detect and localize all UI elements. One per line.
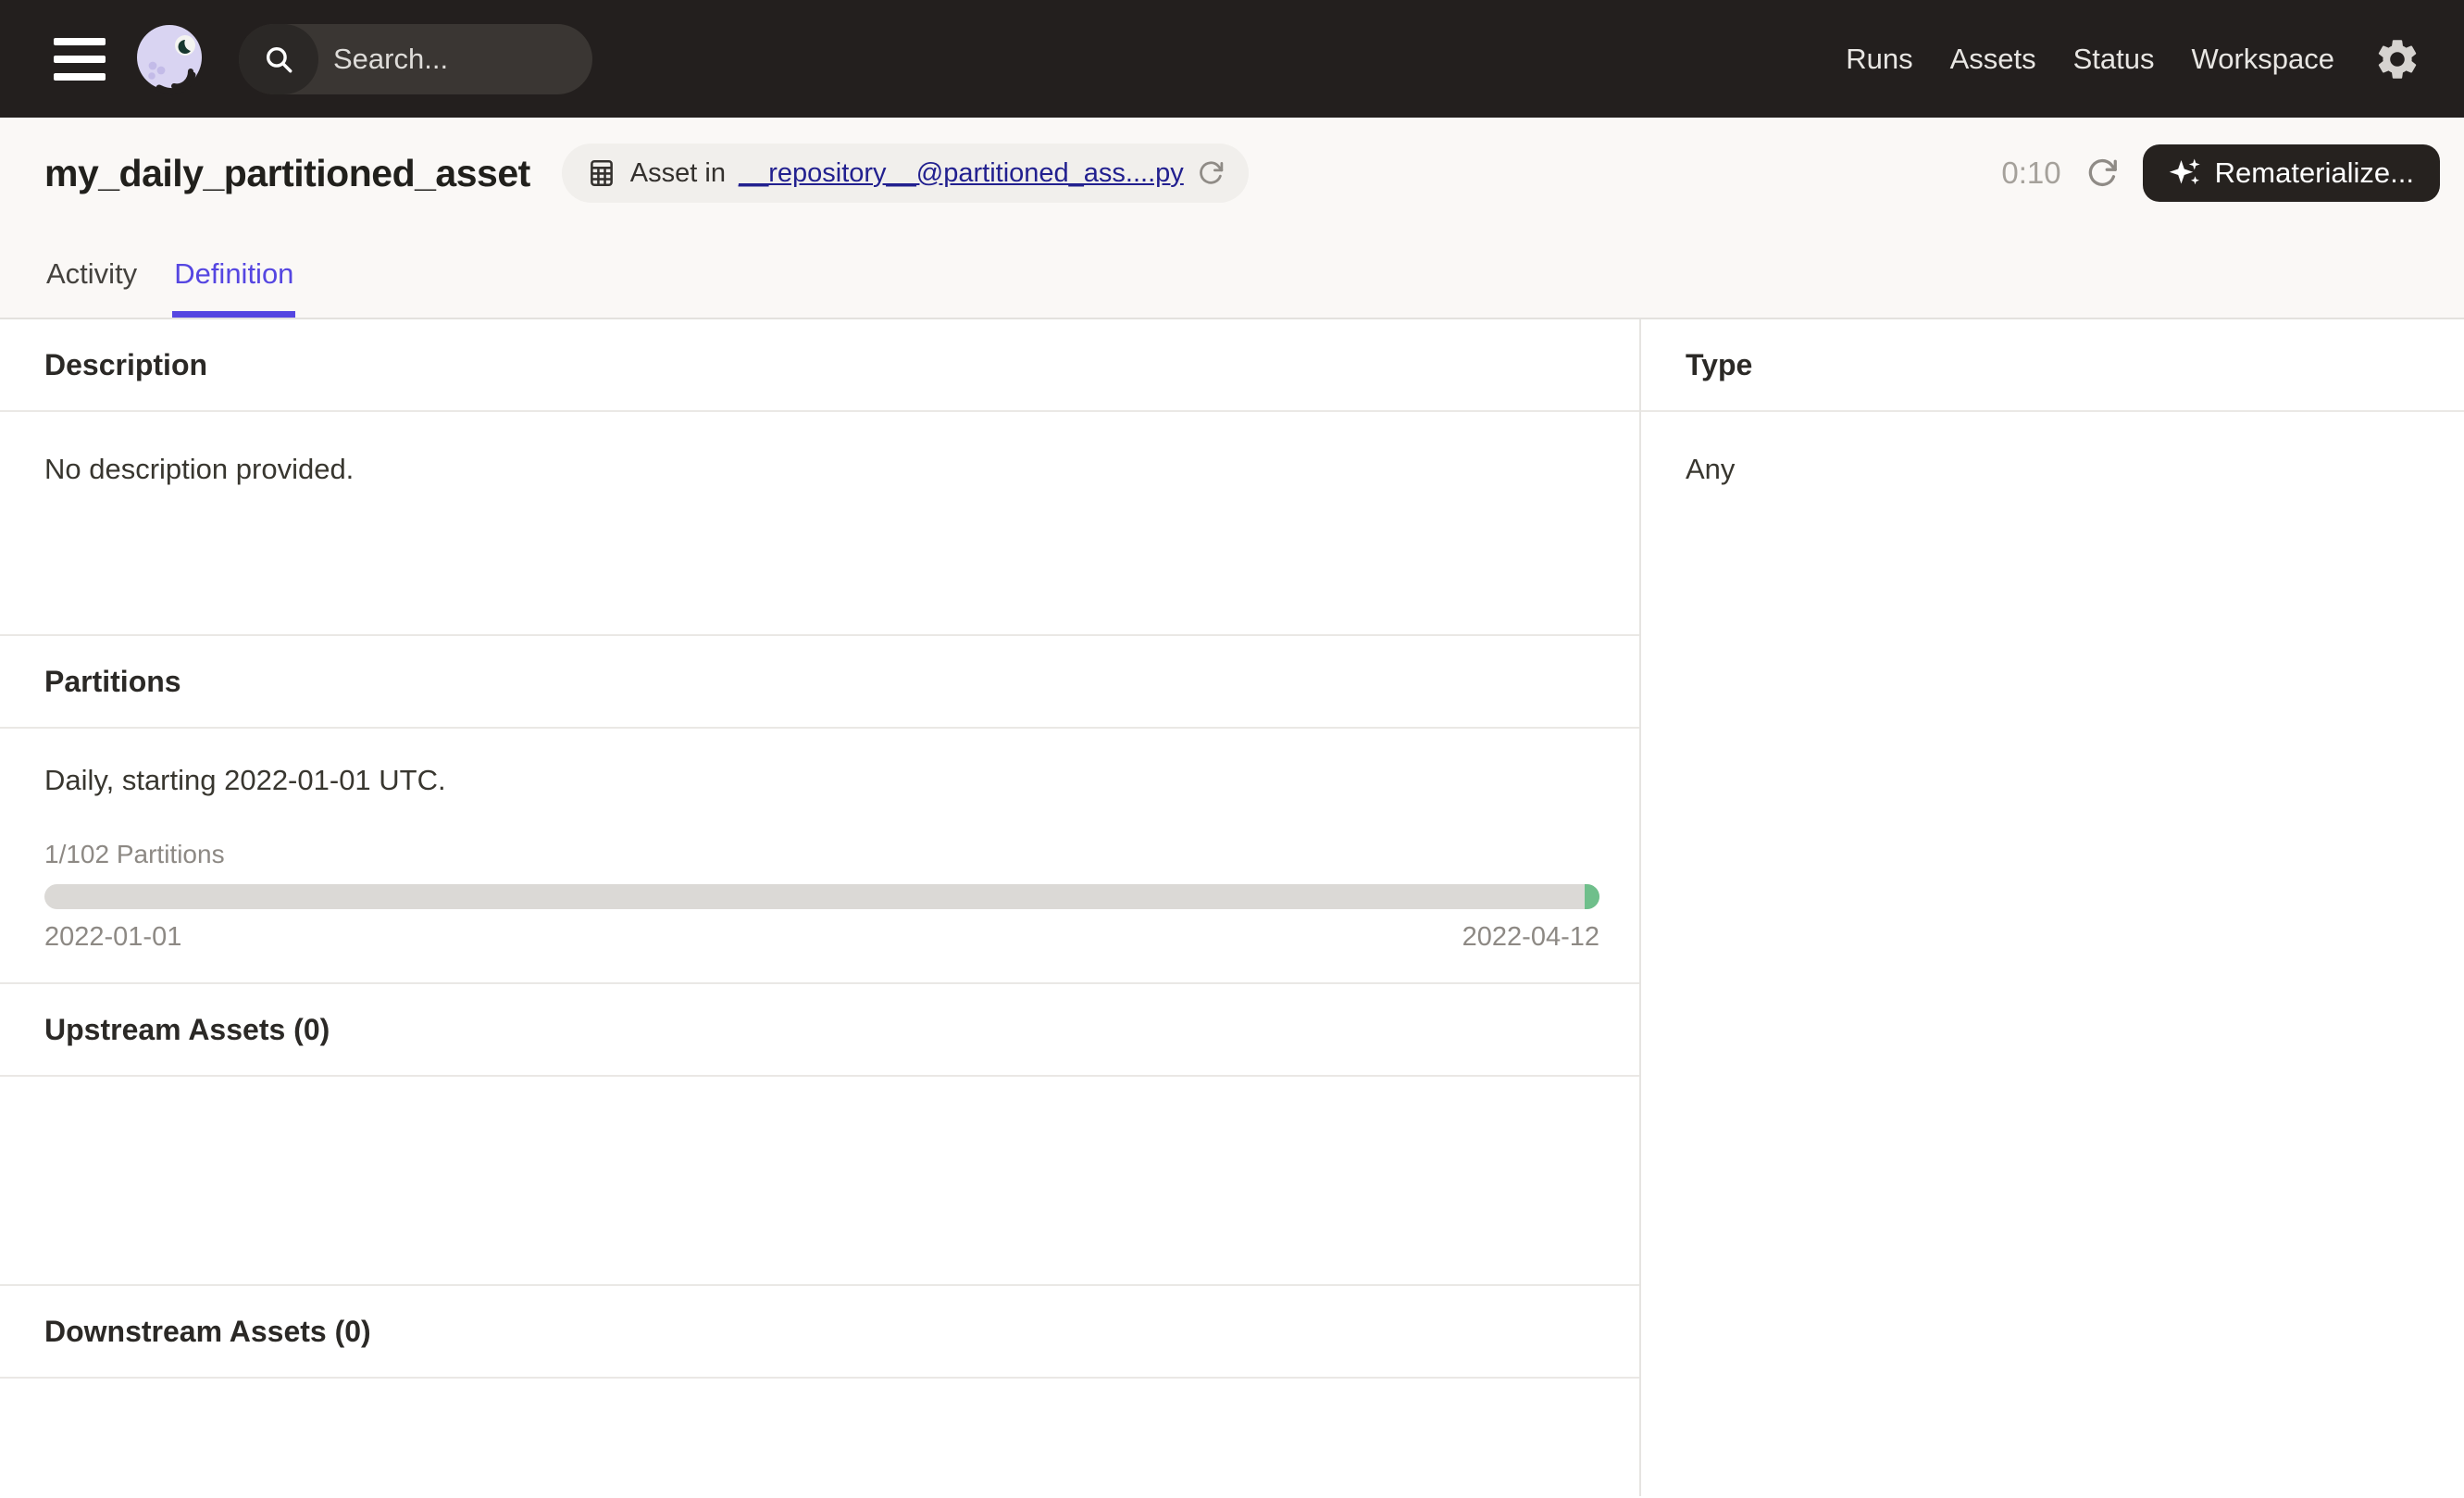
reload-repository-icon[interactable] [1197,159,1225,187]
search-box: / [239,24,592,94]
partition-end-date: 2022-04-12 [1462,922,1599,953]
right-column: Type Any [1641,319,2464,1496]
partition-progress-fill [1585,884,1599,909]
partition-start-date: 2022-01-01 [44,922,181,953]
asset-location-pill: Asset in __repository__@partitioned_ass.… [562,144,1249,203]
partition-progress-bar [44,884,1599,909]
gear-icon[interactable] [2373,35,2421,83]
upstream-section-body [0,1077,1639,1286]
tab-activity[interactable]: Activity [44,257,139,318]
description-heading: Description [44,348,207,382]
partitions-section-body: Daily, starting 2022-01-01 UTC. 1/102 Pa… [0,729,1639,984]
description-text: No description provided. [44,453,354,485]
downstream-section-body [0,1379,1639,1496]
hamburger-menu-icon[interactable] [54,36,106,82]
asset-in-label: Asset in [630,158,726,189]
page-title: my_daily_partitioned_asset [44,152,530,195]
partitions-section-header: Partitions [0,636,1639,729]
nav-link-runs[interactable]: Runs [1846,43,1912,76]
tab-definition[interactable]: Definition [172,257,295,318]
upstream-heading: Upstream Assets (0) [44,1013,330,1047]
nav-link-status[interactable]: Status [2073,43,2155,76]
repository-link[interactable]: __repository__@partitioned_ass....py [739,158,1184,189]
partition-count-label: 1/102 Partitions [44,840,1595,869]
top-navbar: / Runs Assets Status Workspace [0,0,2464,118]
asset-tabs: Activity Definition [44,257,2440,318]
rematerialize-label: Rematerialize... [2215,156,2414,190]
definition-panel: Description No description provided. Par… [0,319,2464,1496]
repository-icon [586,157,617,189]
refresh-countdown: 0:10 [2001,156,2060,191]
dagster-logo-icon[interactable] [131,19,211,99]
rematerialize-button[interactable]: Rematerialize... [2143,144,2440,202]
downstream-heading: Downstream Assets (0) [44,1315,371,1349]
nav-link-workspace[interactable]: Workspace [2192,43,2335,76]
upstream-section-header: Upstream Assets (0) [0,984,1639,1077]
downstream-section-header: Downstream Assets (0) [0,1286,1639,1379]
search-input[interactable] [318,43,592,76]
description-section-body: No description provided. [0,412,1639,636]
search-icon [239,24,318,94]
type-heading: Type [1686,348,1752,382]
left-column: Description No description provided. Par… [0,319,1641,1496]
asset-page-header: my_daily_partitioned_asset Asset in __re… [0,118,2464,319]
nav-links: Runs Assets Status Workspace [1846,43,2334,76]
type-section-header: Type [1641,319,2464,412]
partitions-heading: Partitions [44,665,181,699]
type-section-body: Any [1641,412,2464,1496]
type-value: Any [1686,453,1735,485]
partition-summary: Daily, starting 2022-01-01 UTC. [44,764,1595,797]
sparkle-icon [2169,157,2202,189]
description-section-header: Description [0,319,1639,412]
refresh-icon[interactable] [2085,156,2119,190]
nav-link-assets[interactable]: Assets [1950,43,2036,76]
